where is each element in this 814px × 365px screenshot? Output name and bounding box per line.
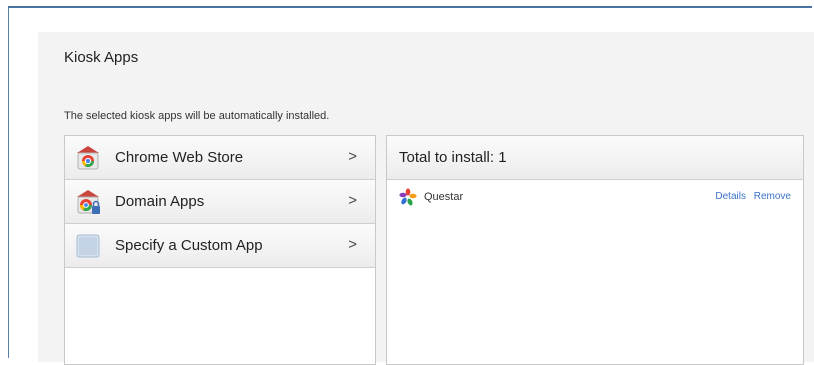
install-count-header: Total to install: 1 — [387, 136, 803, 180]
app-name: Questar — [424, 191, 464, 203]
details-link[interactable]: Details — [715, 191, 746, 202]
source-item-label: Chrome Web Store — [115, 149, 244, 166]
remove-link[interactable]: Remove — [754, 191, 791, 202]
chrome-web-store-icon — [73, 143, 103, 173]
app-source-list: Chrome Web Store > Domain Apps > Specify… — [64, 135, 376, 365]
source-item-chrome-web-store[interactable]: Chrome Web Store > — [65, 136, 375, 180]
kiosk-apps-description: The selected kiosk apps will be automati… — [64, 110, 330, 122]
source-item-custom-app[interactable]: Specify a Custom App > — [65, 224, 375, 268]
domain-apps-icon — [73, 187, 103, 217]
chevron-right-icon: > — [348, 236, 357, 253]
source-item-label: Domain Apps — [115, 193, 205, 210]
chevron-right-icon: > — [348, 148, 357, 165]
kiosk-apps-title: Kiosk Apps — [64, 49, 139, 66]
app-actions: Details Remove — [710, 191, 791, 202]
custom-app-icon — [73, 231, 103, 261]
install-list-item: Questar Details Remove — [387, 180, 803, 214]
source-item-label: Specify a Custom App — [115, 237, 263, 254]
chevron-right-icon: > — [348, 192, 357, 209]
questar-app-icon — [399, 188, 417, 206]
source-item-domain-apps[interactable]: Domain Apps > — [65, 180, 375, 224]
install-list: Total to install: 1 Questar Details Remo… — [386, 135, 804, 365]
